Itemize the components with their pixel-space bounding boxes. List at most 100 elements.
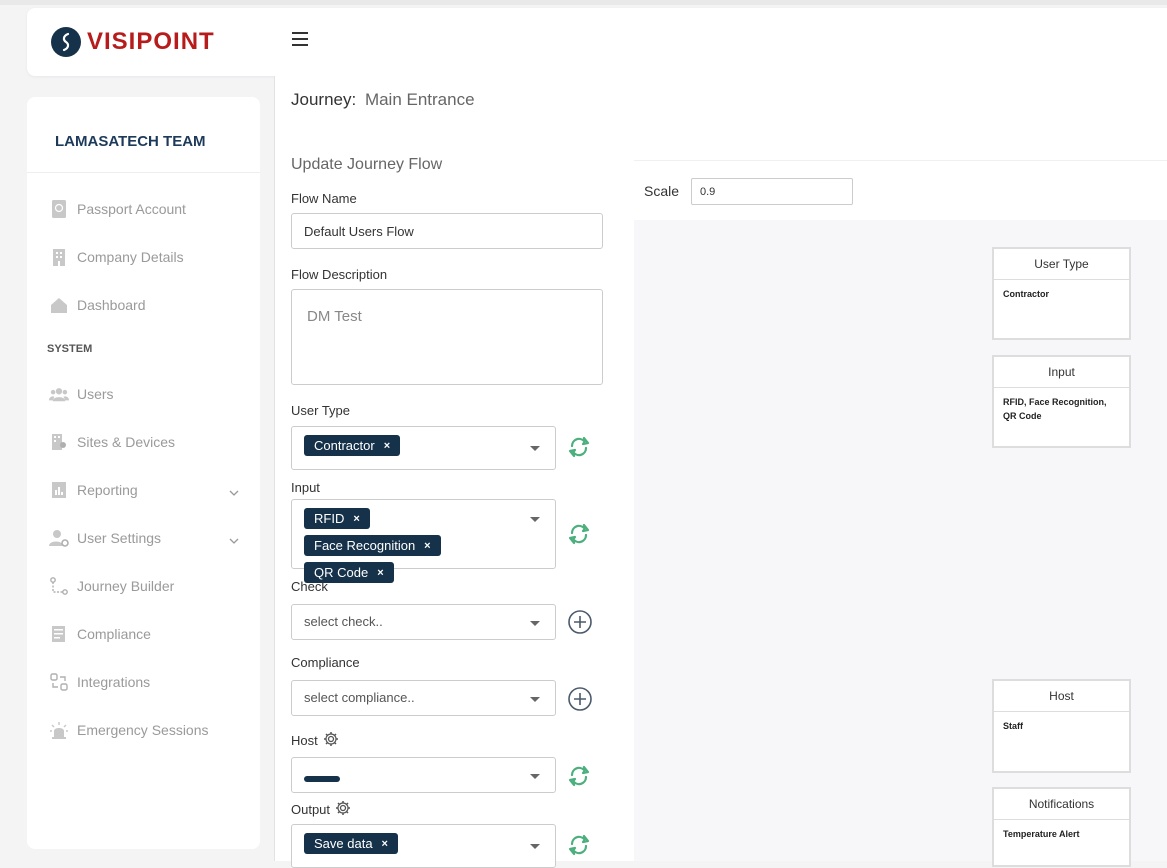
host-select[interactable] (291, 757, 556, 793)
sidebar-item-label: User Settings (77, 530, 162, 546)
check-placeholder: select check.. (304, 614, 383, 629)
sidebar-item-company-details[interactable]: Company Details (49, 245, 239, 269)
site-location-icon (49, 432, 69, 452)
journey-path-icon (49, 576, 69, 596)
sidebar-item-reporting[interactable]: Reporting (49, 478, 239, 502)
sidebar-item-user-settings[interactable]: User Settings (49, 526, 239, 550)
passport-icon (49, 199, 69, 219)
sidebar-item-emergency-sessions[interactable]: Emergency Sessions (49, 718, 239, 742)
input-label: Input (291, 480, 320, 495)
flow-node-host[interactable]: Host Staff (992, 679, 1131, 773)
alarm-siren-icon (49, 720, 69, 740)
compliance-select[interactable]: select compliance.. (291, 680, 556, 716)
node-body: Staff (1003, 721, 1023, 731)
host-selected-value (304, 776, 340, 782)
flow-name-field[interactable] (291, 213, 603, 249)
sidebar-item-sites-devices[interactable]: Sites & Devices (49, 430, 239, 454)
scale-input[interactable] (692, 179, 852, 204)
journey-label: Journey: (291, 90, 357, 109)
scale-toolbar: Scale (634, 160, 1167, 221)
sync-icon[interactable] (567, 522, 591, 551)
chip-label: RFID (314, 511, 345, 526)
chip-remove-icon[interactable]: × (377, 567, 383, 579)
sidebar-item-label: Users (77, 386, 114, 402)
sync-icon[interactable] (567, 764, 591, 793)
sidebar-item-passport-account[interactable]: Passport Account (49, 197, 239, 221)
chip-label: Save data (314, 836, 373, 851)
output-label-text: Output (291, 802, 331, 817)
check-label: Check (291, 579, 328, 594)
chevron-down-icon (229, 484, 239, 500)
scale-field[interactable] (691, 178, 853, 205)
chevron-down-icon[interactable] (530, 697, 540, 702)
chip-remove-icon[interactable]: × (382, 838, 388, 850)
sync-icon[interactable] (567, 435, 591, 464)
team-name: LAMASATECH TEAM (55, 133, 206, 150)
flow-name-input[interactable] (292, 214, 602, 248)
chevron-down-icon[interactable] (530, 844, 540, 849)
host-label-text: Host (291, 733, 318, 748)
sidebar-item-journey-builder[interactable]: Journey Builder (49, 574, 239, 598)
visipoint-logo[interactable]: VISIPOINT (51, 25, 215, 59)
gear-icon[interactable] (335, 800, 351, 819)
home-icon (49, 295, 69, 315)
node-body: RFID, Face Recognition, QR Code (1003, 397, 1107, 421)
sidebar-item-integrations[interactable]: Integrations (49, 670, 239, 694)
chevron-down-icon[interactable] (530, 517, 540, 522)
flow-node-notifications[interactable]: Notifications Temperature Alert (992, 787, 1131, 867)
gear-icon[interactable] (323, 731, 339, 750)
sidebar-item-users[interactable]: Users (49, 382, 239, 406)
sidebar-item-label: Sites & Devices (77, 434, 176, 450)
node-body: Contractor (1003, 289, 1050, 299)
chip-contractor: Contractor × (304, 435, 401, 456)
chip-remove-icon[interactable]: × (353, 513, 359, 525)
chip-rfid: RFID × (304, 508, 370, 529)
sidebar-item-label: Journey Builder (77, 578, 175, 594)
chevron-down-icon[interactable] (530, 621, 540, 626)
sidebar-item-compliance[interactable]: Compliance (49, 622, 239, 646)
compliance-placeholder: select compliance.. (304, 690, 415, 705)
check-select[interactable]: select check.. (291, 604, 556, 640)
sidebar-item-label: Dashboard (77, 297, 146, 313)
flow-node-user-type[interactable]: User Type Contractor (992, 247, 1131, 340)
add-circle-icon[interactable] (567, 686, 593, 717)
user-type-select[interactable]: Contractor × (291, 426, 556, 470)
output-select[interactable]: Save data × (291, 824, 556, 868)
section-title: Update Journey Flow (291, 156, 443, 173)
flow-canvas[interactable]: User Type Contractor Input RFID, Face Re… (634, 220, 1167, 867)
output-label: Output (291, 800, 351, 819)
report-icon (49, 480, 69, 500)
sync-icon[interactable] (567, 833, 591, 862)
divider (27, 172, 260, 173)
app-header: VISIPOINT (27, 8, 1167, 76)
flow-description-field[interactable]: DM Test (291, 289, 603, 385)
journey-name: Main Entrance (364, 90, 475, 109)
host-label: Host (291, 731, 339, 750)
node-title: User Type (994, 249, 1129, 280)
flow-node-input[interactable]: Input RFID, Face Recognition, QR Code (992, 355, 1131, 448)
logo-text: VISIPOINT (87, 28, 215, 55)
node-body: Temperature Alert (1003, 829, 1080, 839)
chip-label: Contractor (314, 438, 375, 453)
sidebar-item-label: Company Details (77, 249, 184, 265)
top-border (0, 0, 1167, 5)
user-settings-icon (49, 528, 69, 548)
sidebar-item-label: Emergency Sessions (77, 722, 209, 738)
page-title: Journey: Main Entrance (291, 90, 475, 110)
input-select[interactable]: RFID × Face Recognition × QR Code × (291, 499, 556, 583)
main-content: Journey: Main Entrance Update Journey Fl… (275, 76, 1167, 868)
flow-description-label: Flow Description (291, 267, 388, 282)
chip-face-recognition: Face Recognition × (304, 535, 441, 556)
menu-toggle-icon[interactable] (292, 32, 308, 48)
chip-remove-icon[interactable]: × (424, 540, 430, 552)
sidebar-item-dashboard[interactable]: Dashboard (49, 293, 239, 317)
section-label-system: SYSTEM (47, 343, 93, 355)
chip-remove-icon[interactable]: × (384, 440, 390, 452)
add-circle-icon[interactable] (567, 609, 593, 640)
compliance-doc-icon (49, 624, 69, 644)
scale-label: Scale (644, 183, 680, 199)
chevron-down-icon[interactable] (530, 774, 540, 779)
node-title: Notifications (994, 789, 1129, 820)
chevron-down-icon[interactable] (530, 446, 540, 451)
chip-save-data: Save data × (304, 833, 398, 854)
